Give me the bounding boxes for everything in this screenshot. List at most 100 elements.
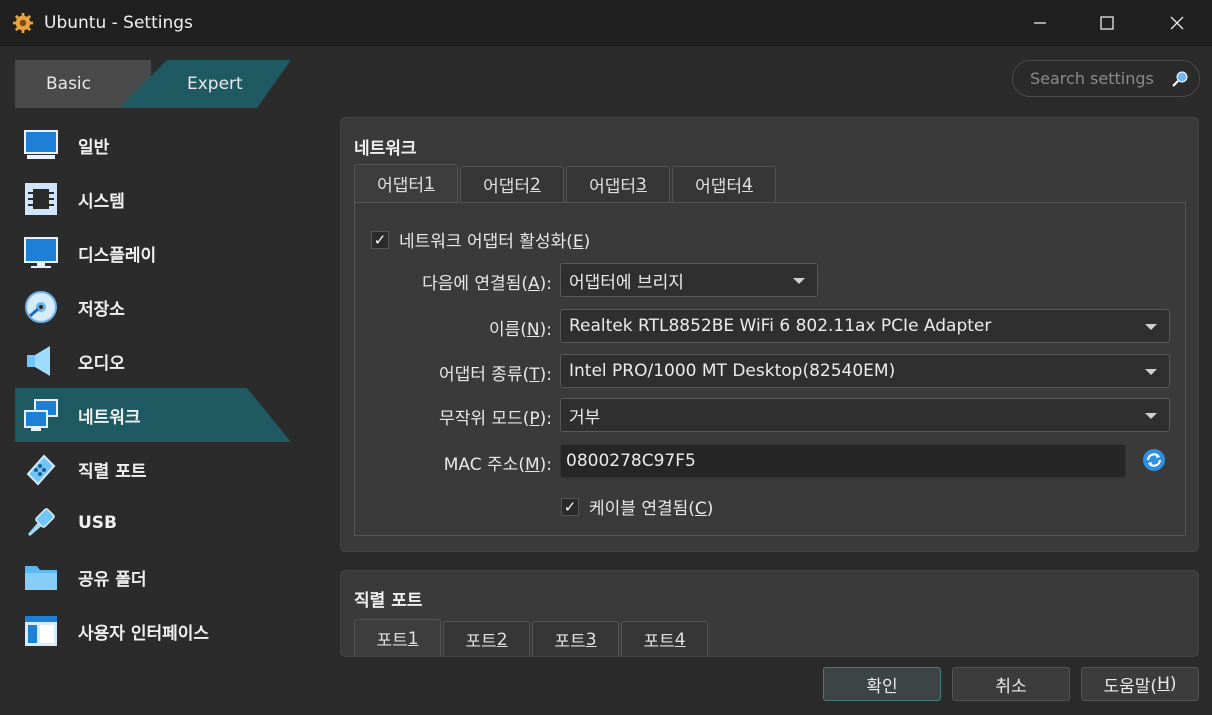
port-tabs: 포트 1 포트 2 포트 3 포트 4 (354, 619, 710, 656)
mac-address-label: MAC 주소(M): (443, 455, 552, 475)
help-button[interactable]: 도움말(H) (1081, 667, 1199, 701)
sidebar-item-general[interactable]: 일반 (15, 118, 305, 172)
sidebar-item-audio[interactable]: 오디오 (15, 334, 305, 388)
cable-connected-checkbox[interactable]: ✓ 케이블 연결됨(C) (561, 494, 713, 519)
tab-label: 어댑터 (483, 177, 531, 197)
checkbox-checked-icon: ✓ (371, 230, 389, 249)
tab-port-4[interactable]: 포트 4 (621, 621, 708, 656)
chevron-down-icon (1145, 324, 1157, 330)
adapter-tab-content: ✓ 네트워크 어댑터 활성화(E) 다음에 연결됨(A): 어댑터에 브리지 이… (354, 202, 1186, 536)
tab-adapter-2[interactable]: 어댑터 2 (460, 166, 564, 202)
adapter-type-value: Intel PRO/1000 MT Desktop(82540EM) (569, 361, 896, 381)
close-icon (1170, 16, 1184, 30)
system-chip-icon (23, 181, 59, 217)
tab-adapter-4[interactable]: 어댑터 4 (672, 166, 776, 202)
usb-icon (23, 505, 59, 541)
sidebar-item-label: 네트워크 (78, 407, 141, 428)
minimize-button[interactable] (1011, 0, 1069, 46)
tab-number: 3 (585, 629, 597, 650)
adapter-type-label: 어댑터 종류(T): (438, 365, 552, 385)
mac-address-input[interactable]: 0800278C97F5 (560, 444, 1126, 478)
serial-ports-panel: 직렬 포트 포트 1 포트 2 포트 3 포트 4 (340, 570, 1199, 657)
tab-number: 2 (530, 174, 541, 195)
sidebar-item-label: 사용자 인터페이스 (78, 623, 210, 644)
minimize-icon (1034, 22, 1046, 24)
help-key: H (1157, 674, 1170, 694)
refresh-mac-icon[interactable] (1141, 447, 1167, 473)
sidebar-item-label: 오디오 (78, 353, 125, 374)
sidebar-item-shared-folders[interactable]: 공유 폴더 (15, 550, 305, 604)
cable-connected-label: 케이블 연결됨(C) (589, 499, 714, 519)
tab-number: 1 (407, 628, 419, 649)
sidebar-item-display[interactable]: 디스플레이 (15, 226, 305, 280)
adapter-name-value: Realtek RTL8852BE WiFi 6 802.11ax PCIe A… (569, 316, 992, 336)
tab-number: 1 (424, 173, 435, 194)
enable-adapter-checkbox[interactable]: ✓ 네트워크 어댑터 활성화(E) (371, 227, 590, 252)
sidebar-item-usb[interactable]: USB (15, 496, 305, 550)
cancel-button[interactable]: 취소 (952, 667, 1070, 701)
sidebar-item-system[interactable]: 시스템 (15, 172, 305, 226)
tab-label: 포트 (554, 632, 586, 652)
network-panel: 네트워크 어댑터 1 어댑터 2 어댑터 3 어댑터 4 ✓ 네트워크 어댑터 … (340, 117, 1199, 552)
tab-label: 어댑터 (695, 177, 743, 197)
sidebar-item-label: 저장소 (78, 299, 125, 320)
tab-label: 포트 (643, 632, 675, 652)
sidebar-item-user-interface[interactable]: 사용자 인터페이스 (15, 604, 305, 658)
enable-adapter-label: 네트워크 어댑터 활성화(E) (399, 232, 591, 252)
sidebar: 일반 시스템 디스플레이 저장소 오디오 네트워크 직렬 포트 USB 공유 폴… (15, 118, 305, 658)
promiscuous-mode-value: 거부 (569, 407, 601, 428)
search-icon[interactable] (1171, 70, 1189, 88)
sidebar-item-label: 직렬 포트 (78, 461, 147, 482)
tab-label: 어댑터 (377, 176, 425, 196)
chevron-down-icon (793, 278, 805, 284)
ok-button[interactable]: 확인 (823, 667, 941, 701)
tab-number: 2 (496, 629, 508, 650)
tab-number: 4 (742, 174, 753, 195)
shared-folder-icon (23, 559, 59, 595)
search-box (1012, 60, 1200, 97)
audio-speaker-icon (23, 343, 59, 379)
sidebar-item-serial-ports[interactable]: 직렬 포트 (15, 442, 305, 496)
network-section-title: 네트워크 (354, 139, 417, 159)
checkbox-checked-icon: ✓ (561, 497, 579, 516)
tab-label: 포트 (465, 632, 497, 652)
help-label-end: ) (1169, 674, 1177, 694)
help-label: 도움말( (1103, 676, 1158, 697)
chevron-down-icon (1145, 413, 1157, 419)
promiscuous-mode-select[interactable]: 거부 (560, 398, 1170, 432)
mac-address-value: 0800278C97F5 (566, 451, 696, 471)
sidebar-item-storage[interactable]: 저장소 (15, 280, 305, 334)
maximize-button[interactable] (1078, 0, 1136, 46)
tab-port-2[interactable]: 포트 2 (443, 621, 530, 656)
tab-number: 4 (674, 629, 686, 650)
close-button[interactable] (1148, 0, 1206, 46)
gear-app-icon (12, 12, 34, 33)
sidebar-item-label: 공유 폴더 (78, 569, 147, 590)
attached-to-value: 어댑터에 브리지 (569, 272, 684, 293)
network-icon (23, 397, 59, 433)
tab-port-1[interactable]: 포트 1 (354, 619, 441, 656)
tab-number: 3 (636, 174, 647, 195)
tab-adapter-3[interactable]: 어댑터 3 (566, 166, 670, 202)
sidebar-item-label: USB (78, 513, 118, 533)
tab-adapter-1[interactable]: 어댑터 1 (354, 164, 458, 202)
promiscuous-mode-label: 무작위 모드(P): (439, 409, 552, 429)
display-monitor-icon (23, 235, 59, 271)
sidebar-item-label: 디스플레이 (78, 245, 157, 266)
chevron-down-icon (1145, 369, 1157, 375)
sidebar-item-label: 시스템 (78, 191, 125, 212)
general-monitor-icon (23, 127, 59, 163)
search-input[interactable] (1030, 69, 1170, 88)
adapter-name-select[interactable]: Realtek RTL8852BE WiFi 6 802.11ax PCIe A… (560, 309, 1170, 343)
name-label: 이름(N): (488, 320, 552, 340)
window-title: Ubuntu - Settings (44, 12, 193, 33)
storage-disk-icon (23, 289, 59, 325)
attached-to-select[interactable]: 어댑터에 브리지 (560, 263, 818, 297)
serial-port-icon (23, 451, 59, 487)
serial-section-title: 직렬 포트 (354, 591, 423, 611)
tab-label: 어댑터 (589, 177, 637, 197)
sidebar-item-label: 일반 (78, 137, 110, 158)
sidebar-item-network[interactable]: 네트워크 (15, 388, 305, 442)
adapter-type-select[interactable]: Intel PRO/1000 MT Desktop(82540EM) (560, 354, 1170, 388)
tab-port-3[interactable]: 포트 3 (532, 621, 619, 656)
